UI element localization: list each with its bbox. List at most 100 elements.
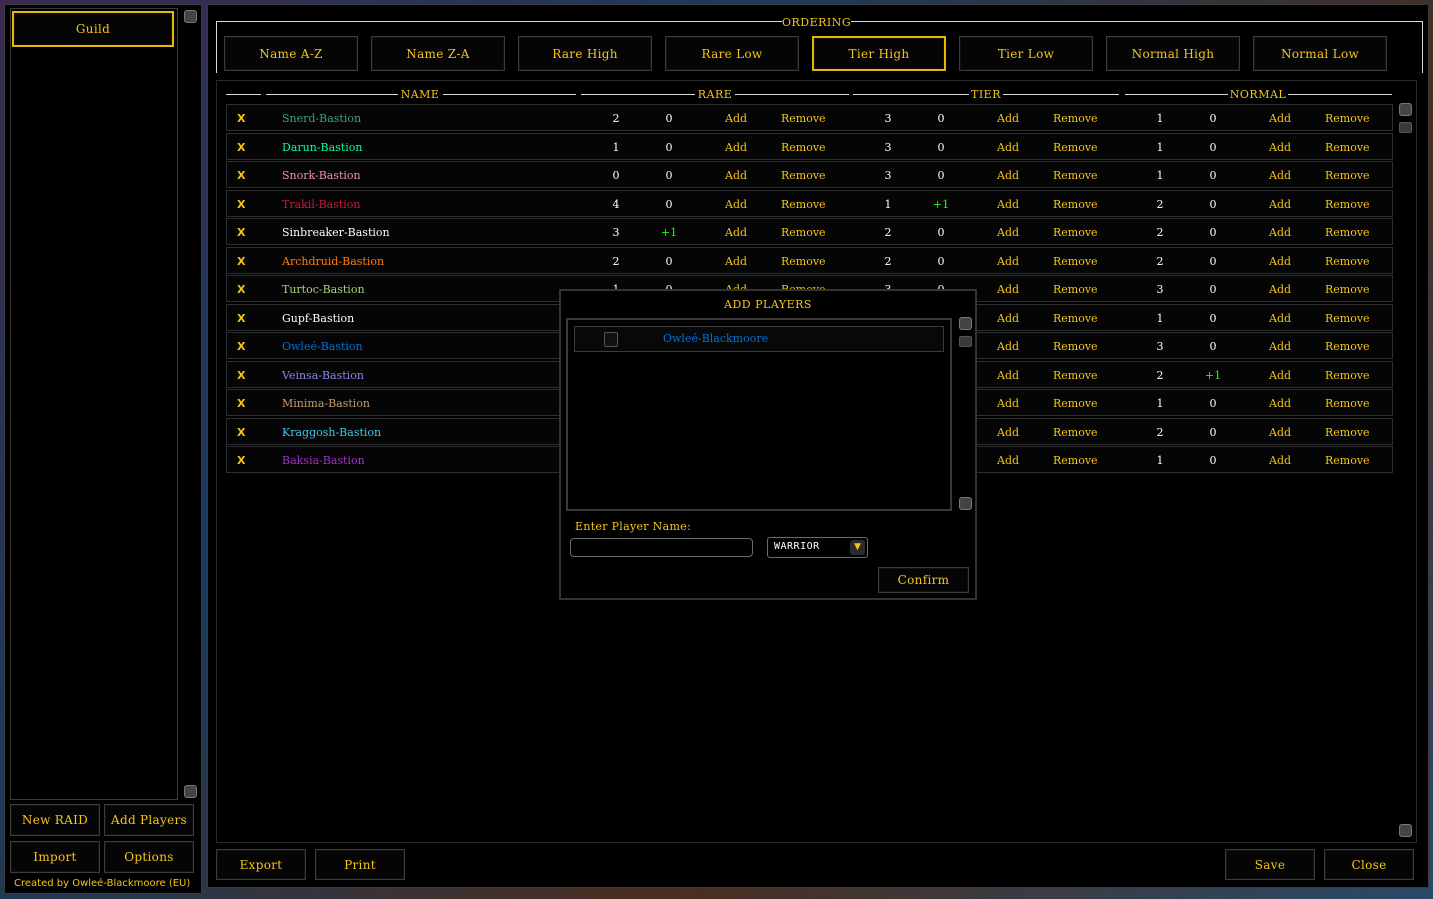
normal-remove-button[interactable]: Remove [1325,105,1370,132]
normal-remove-button[interactable]: Remove [1325,419,1370,446]
order-normal-high-button[interactable]: Normal High [1106,36,1240,71]
tier-remove-button[interactable]: Remove [1053,248,1098,275]
export-button[interactable]: Export [216,849,306,880]
tier-add-button[interactable]: Add [997,191,1019,218]
delete-player-button[interactable]: X [237,105,245,132]
delete-player-button[interactable]: X [237,219,245,246]
dialog-scroll-up-icon[interactable] [959,317,972,330]
rare-remove-button[interactable]: Remove [781,191,826,218]
tier-add-button[interactable]: Add [997,248,1019,275]
import-button[interactable]: Import [10,841,100,873]
delete-player-button[interactable]: X [237,362,245,389]
delete-player-button[interactable]: X [237,419,245,446]
tier-remove-button[interactable]: Remove [1053,447,1098,474]
normal-add-button[interactable]: Add [1269,248,1291,275]
delete-player-button[interactable]: X [237,333,245,360]
normal-remove-button[interactable]: Remove [1325,134,1370,161]
order-tier-high-button[interactable]: Tier High [812,36,946,71]
tier-remove-button[interactable]: Remove [1053,362,1098,389]
dialog-scroll-thumb[interactable] [959,336,972,347]
normal-add-button[interactable]: Add [1269,162,1291,189]
tier-add-button[interactable]: Add [997,105,1019,132]
normal-remove-button[interactable]: Remove [1325,162,1370,189]
rare-remove-button[interactable]: Remove [781,248,826,275]
normal-add-button[interactable]: Add [1269,305,1291,332]
delete-player-button[interactable]: X [237,191,245,218]
delete-player-button[interactable]: X [237,447,245,474]
scroll-up-icon[interactable] [184,10,197,23]
confirm-button[interactable]: Confirm [878,567,969,593]
add-players-button[interactable]: Add Players [104,804,194,836]
tier-add-button[interactable]: Add [997,305,1019,332]
rare-add-button[interactable]: Add [725,134,747,161]
normal-remove-button[interactable]: Remove [1325,276,1370,303]
new-raid-button[interactable]: New RAID [10,804,100,836]
table-scroll-down-icon[interactable] [1399,824,1412,837]
tier-add-button[interactable]: Add [997,333,1019,360]
tier-remove-button[interactable]: Remove [1053,333,1098,360]
order-rare-low-button[interactable]: Rare Low [665,36,799,71]
normal-add-button[interactable]: Add [1269,362,1291,389]
tier-remove-button[interactable]: Remove [1053,162,1098,189]
normal-add-button[interactable]: Add [1269,419,1291,446]
normal-remove-button[interactable]: Remove [1325,305,1370,332]
normal-remove-button[interactable]: Remove [1325,248,1370,275]
save-button[interactable]: Save [1225,849,1315,880]
tier-add-button[interactable]: Add [997,447,1019,474]
delete-player-button[interactable]: X [237,390,245,417]
delete-player-button[interactable]: X [237,248,245,275]
normal-add-button[interactable]: Add [1269,191,1291,218]
table-scroll-up-icon[interactable] [1399,103,1412,116]
tier-remove-button[interactable]: Remove [1053,390,1098,417]
rare-add-button[interactable]: Add [725,191,747,218]
options-button[interactable]: Options [104,841,194,873]
order-tier-low-button[interactable]: Tier Low [959,36,1093,71]
tier-remove-button[interactable]: Remove [1053,276,1098,303]
normal-remove-button[interactable]: Remove [1325,447,1370,474]
normal-add-button[interactable]: Add [1269,219,1291,246]
tier-add-button[interactable]: Add [997,276,1019,303]
tier-add-button[interactable]: Add [997,390,1019,417]
order-rare-high-button[interactable]: Rare High [518,36,652,71]
normal-add-button[interactable]: Add [1269,390,1291,417]
guild-button[interactable]: Guild [12,11,174,47]
table-scroll-thumb[interactable] [1399,122,1412,133]
order-normal-low-button[interactable]: Normal Low [1253,36,1387,71]
normal-remove-button[interactable]: Remove [1325,219,1370,246]
rare-remove-button[interactable]: Remove [781,134,826,161]
rare-add-button[interactable]: Add [725,219,747,246]
normal-remove-button[interactable]: Remove [1325,390,1370,417]
normal-remove-button[interactable]: Remove [1325,362,1370,389]
delete-player-button[interactable]: X [237,134,245,161]
delete-player-button[interactable]: X [237,276,245,303]
class-dropdown[interactable]: WARRIOR ▼ [767,537,868,558]
tier-add-button[interactable]: Add [997,162,1019,189]
tier-remove-button[interactable]: Remove [1053,105,1098,132]
rare-remove-button[interactable]: Remove [781,162,826,189]
delete-player-button[interactable]: X [237,305,245,332]
delete-player-button[interactable]: X [237,162,245,189]
player-name-input[interactable] [570,538,753,557]
rare-add-button[interactable]: Add [725,162,747,189]
rare-add-button[interactable]: Add [725,105,747,132]
tier-add-button[interactable]: Add [997,419,1019,446]
normal-add-button[interactable]: Add [1269,134,1291,161]
tier-remove-button[interactable]: Remove [1053,219,1098,246]
chevron-down-icon[interactable]: ▼ [850,540,865,555]
tier-add-button[interactable]: Add [997,362,1019,389]
tier-remove-button[interactable]: Remove [1053,134,1098,161]
tier-add-button[interactable]: Add [997,134,1019,161]
rare-remove-button[interactable]: Remove [781,105,826,132]
normal-remove-button[interactable]: Remove [1325,333,1370,360]
normal-add-button[interactable]: Add [1269,447,1291,474]
normal-add-button[interactable]: Add [1269,276,1291,303]
player-checkbox[interactable] [604,332,618,347]
list-item[interactable]: Owleé-Blackmoore [574,326,944,352]
rare-remove-button[interactable]: Remove [781,219,826,246]
normal-add-button[interactable]: Add [1269,105,1291,132]
tier-add-button[interactable]: Add [997,219,1019,246]
dialog-scroll-down-icon[interactable] [959,497,972,510]
order-name-a-z-button[interactable]: Name A-Z [224,36,358,71]
normal-remove-button[interactable]: Remove [1325,191,1370,218]
print-button[interactable]: Print [315,849,405,880]
